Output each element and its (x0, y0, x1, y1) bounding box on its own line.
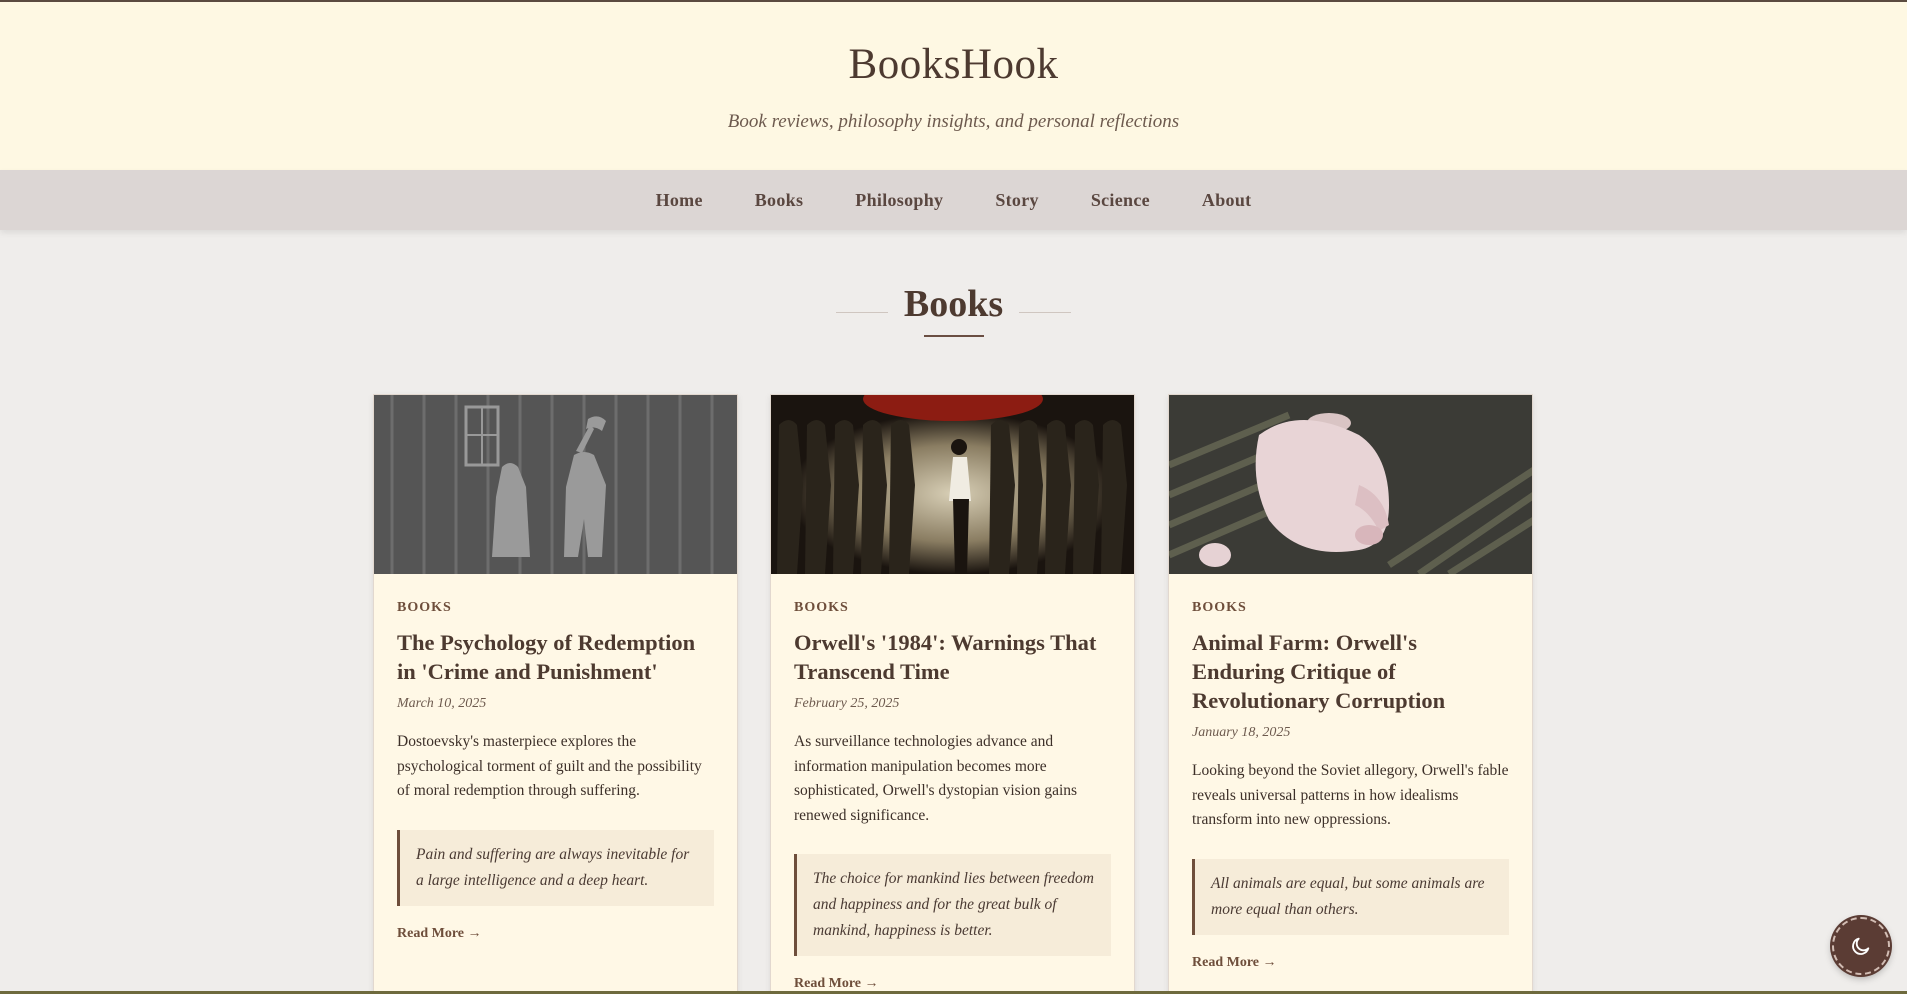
card-category[interactable]: BOOKS (397, 600, 714, 616)
main-nav: Home Books Philosophy Story Science Abou… (0, 170, 1907, 230)
card-excerpt: As surveillance technologies advance and… (794, 733, 1078, 824)
moon-icon (1852, 937, 1870, 955)
top-border (0, 0, 1907, 2)
card-quote: All animals are equal, but some animals … (1192, 858, 1509, 935)
post-card-animal-farm[interactable]: BOOKS Animal Farm: Orwell's Enduring Cri… (1168, 394, 1533, 994)
post-card-1984[interactable]: BOOKS Orwell's '1984': Warnings That Tra… (770, 394, 1135, 994)
card-date: February 25, 2025 (794, 696, 900, 711)
read-more-link[interactable]: Read More → (397, 926, 714, 942)
card-body: BOOKS Animal Farm: Orwell's Enduring Cri… (1169, 574, 1532, 971)
card-body: BOOKS The Psychology of Redemption in 'C… (374, 574, 737, 942)
post-card-crime-and-punishment[interactable]: BOOKS The Psychology of Redemption in 'C… (373, 394, 738, 994)
nav-science[interactable]: Science (1091, 190, 1150, 211)
read-more-link[interactable]: Read More → (1192, 955, 1509, 971)
card-quote: Pain and suffering are always inevitable… (397, 829, 714, 906)
card-title[interactable]: Animal Farm: Orwell's Enduring Critique … (1192, 628, 1509, 715)
section-title: Books (835, 282, 1072, 326)
nav-home[interactable]: Home (656, 190, 703, 211)
1984-illustration[interactable] (771, 395, 1134, 574)
card-title[interactable]: Orwell's '1984': Warnings That Transcend… (794, 628, 1111, 686)
card-category[interactable]: BOOKS (794, 600, 1111, 616)
card-body: BOOKS Orwell's '1984': Warnings That Tra… (771, 574, 1134, 992)
card-date: January 18, 2025 (1192, 725, 1291, 740)
theme-toggle-button[interactable] (1832, 917, 1890, 975)
animal-farm-pig-photo[interactable] (1169, 395, 1532, 574)
card-quote: The choice for mankind lies between free… (794, 854, 1111, 956)
nav-about[interactable]: About (1202, 190, 1252, 211)
section-heading: Books (0, 282, 1907, 337)
card-excerpt: Looking beyond the Soviet allegory, Orwe… (1192, 762, 1509, 828)
nav-books[interactable]: Books (755, 190, 804, 211)
read-more-link[interactable]: Read More → (794, 976, 1111, 992)
nav-philosophy[interactable]: Philosophy (855, 190, 943, 211)
section-underline (923, 335, 984, 337)
crime-and-punishment-illustration[interactable] (374, 395, 737, 574)
card-date: March 10, 2025 (397, 696, 487, 711)
card-title[interactable]: The Psychology of Redemption in 'Crime a… (397, 628, 714, 686)
site-title[interactable]: BooksHook (0, 40, 1907, 89)
card-excerpt: Dostoevsky's masterpiece explores the ps… (397, 733, 702, 799)
site-tagline: Book reviews, philosophy insights, and p… (727, 111, 1180, 132)
nav-story[interactable]: Story (995, 190, 1039, 211)
card-category[interactable]: BOOKS (1192, 600, 1509, 616)
site-header: BooksHook Book reviews, philosophy insig… (0, 0, 1907, 170)
